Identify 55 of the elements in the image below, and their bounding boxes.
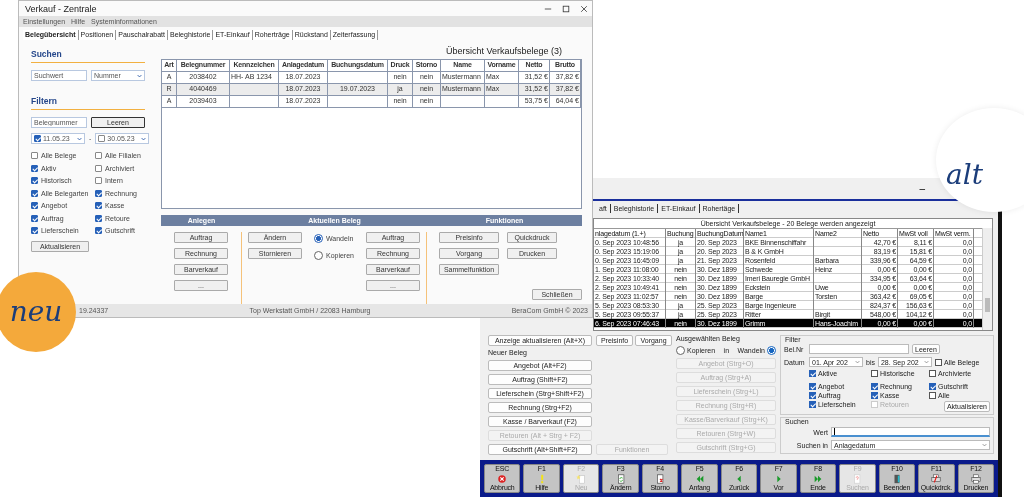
caret-icon — [137, 73, 142, 78]
checkbox[interactable] — [929, 392, 936, 399]
checkbox[interactable] — [31, 177, 38, 184]
checkbox[interactable] — [934, 358, 942, 366]
checkbox[interactable] — [871, 383, 878, 390]
caret-icon — [77, 136, 82, 141]
checkbox[interactable] — [929, 370, 936, 377]
checkbox[interactable] — [95, 152, 102, 159]
new-document-icon — [575, 473, 588, 484]
section-heading: Suchen — [31, 49, 63, 59]
scrollbar[interactable] — [982, 228, 992, 330]
badge-text: alt — [946, 160, 983, 190]
checkbox[interactable] — [809, 383, 816, 390]
maximize-icon[interactable] — [562, 4, 570, 13]
caret-icon — [923, 360, 929, 364]
checkbox[interactable] — [31, 202, 38, 209]
cancel-icon — [496, 473, 509, 484]
caret-icon — [982, 443, 987, 447]
printer-icon — [930, 473, 943, 484]
checkbox[interactable] — [98, 135, 106, 142]
window-title: Verkauf - Zentrale — [25, 3, 97, 14]
input-field[interactable] — [809, 344, 909, 354]
radio-button[interactable] — [767, 346, 776, 355]
caret-icon — [141, 136, 147, 141]
printer-icon — [969, 473, 982, 484]
checkbox[interactable] — [809, 401, 816, 408]
checkbox[interactable] — [95, 164, 102, 172]
checkbox[interactable] — [871, 392, 878, 399]
checkbox[interactable] — [95, 227, 102, 234]
checkbox[interactable] — [95, 177, 102, 184]
section-heading: Filtern — [31, 96, 58, 106]
radio-button[interactable] — [313, 251, 323, 260]
badge-text: neu — [9, 297, 63, 327]
search-field[interactable] — [831, 427, 990, 437]
checkbox[interactable] — [95, 214, 102, 222]
checkbox[interactable] — [31, 152, 38, 159]
checkbox[interactable] — [31, 227, 38, 234]
radio-button[interactable] — [313, 234, 323, 243]
document-delete-icon — [654, 473, 667, 484]
checkbox[interactable] — [95, 202, 102, 209]
checkbox[interactable] — [95, 189, 102, 197]
minimize-button[interactable]: – — [916, 182, 928, 195]
checkbox[interactable] — [871, 370, 878, 377]
checkbox[interactable] — [929, 383, 936, 390]
table-title: Übersicht Verkaufsbelege (3) — [445, 45, 562, 57]
radio-button[interactable] — [676, 346, 685, 355]
checkbox[interactable] — [31, 214, 38, 222]
checkbox[interactable] — [809, 370, 816, 377]
checkbox[interactable] — [34, 135, 41, 142]
checkbox[interactable] — [31, 164, 38, 172]
checkbox[interactable] — [31, 189, 38, 197]
checkbox[interactable] — [809, 392, 816, 399]
close-icon[interactable] — [580, 4, 588, 13]
caret-icon — [855, 360, 860, 364]
double-right-arrow-icon — [812, 473, 824, 484]
